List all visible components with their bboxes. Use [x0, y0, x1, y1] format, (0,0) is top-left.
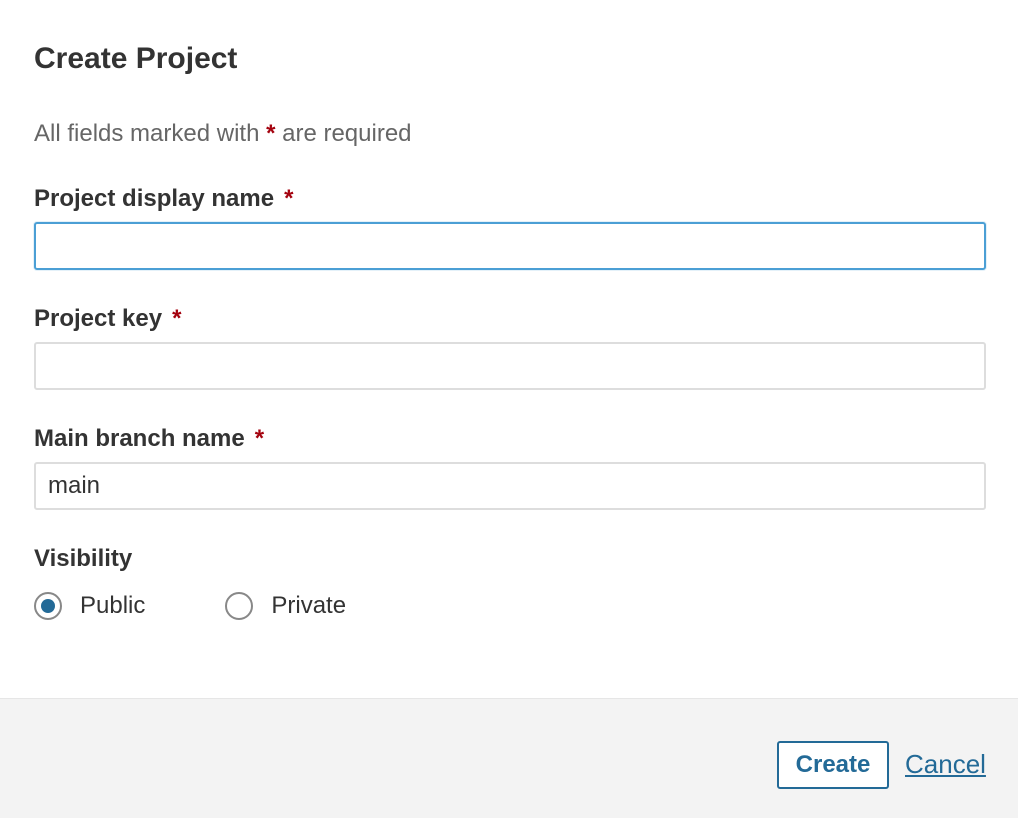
- visibility-label: Visibility: [34, 545, 133, 572]
- project-key-required-marker: *: [172, 305, 182, 332]
- display-name-required-marker: *: [284, 185, 294, 212]
- radio-private[interactable]: [225, 592, 254, 620]
- required-note-prefix: All fields marked with: [34, 120, 260, 147]
- visibility-option-private[interactable]: Private: [225, 590, 346, 622]
- dialog-title: Create Project: [34, 42, 238, 75]
- main-branch-label: Main branch name *: [34, 423, 264, 455]
- project-key-input[interactable]: [34, 342, 986, 390]
- display-name-input[interactable]: [34, 222, 986, 270]
- project-key-label-text: Project key: [34, 305, 163, 332]
- create-project-form: Create Project All fields marked with * …: [0, 0, 1018, 698]
- dialog-footer: Create Cancel: [0, 698, 1018, 818]
- display-name-label-text: Project display name: [34, 185, 275, 212]
- main-branch-required-marker: *: [254, 425, 265, 452]
- radio-private-label: Private: [271, 592, 347, 619]
- required-fields-note: All fields marked with * are required: [34, 118, 412, 150]
- visibility-option-public[interactable]: Public: [34, 590, 145, 622]
- radio-public-label: Public: [80, 592, 146, 619]
- main-branch-input[interactable]: [34, 462, 986, 510]
- visibility-radio-group: Public Private: [34, 588, 346, 624]
- cancel-link[interactable]: Cancel: [905, 747, 986, 781]
- display-name-label: Project display name *: [34, 183, 293, 215]
- main-branch-label-text: Main branch name: [34, 425, 245, 452]
- radio-public[interactable]: [34, 592, 62, 620]
- create-button[interactable]: Create: [777, 741, 889, 789]
- required-note-suffix: are required: [282, 120, 412, 147]
- required-marker: *: [266, 120, 276, 147]
- project-key-label: Project key *: [34, 303, 181, 335]
